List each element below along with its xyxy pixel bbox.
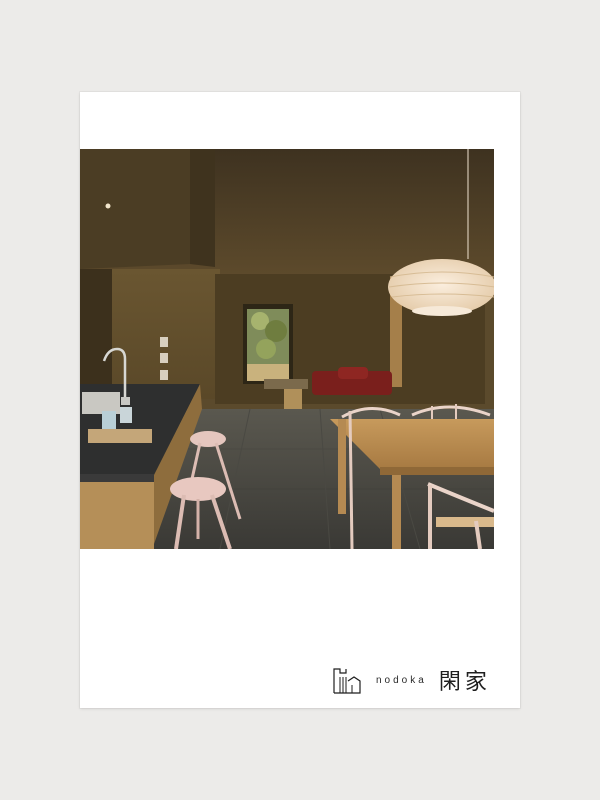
brochure-cover: nodoka 閑家	[80, 92, 520, 708]
interior-photo	[80, 149, 494, 549]
house-outline-icon	[333, 668, 361, 694]
brand-name-kanji: 閑家	[438, 670, 491, 695]
interior-scene	[80, 149, 494, 549]
brand-lockup: nodoka 閑家	[332, 664, 491, 696]
brand-name-roman: nodoka	[376, 674, 427, 686]
